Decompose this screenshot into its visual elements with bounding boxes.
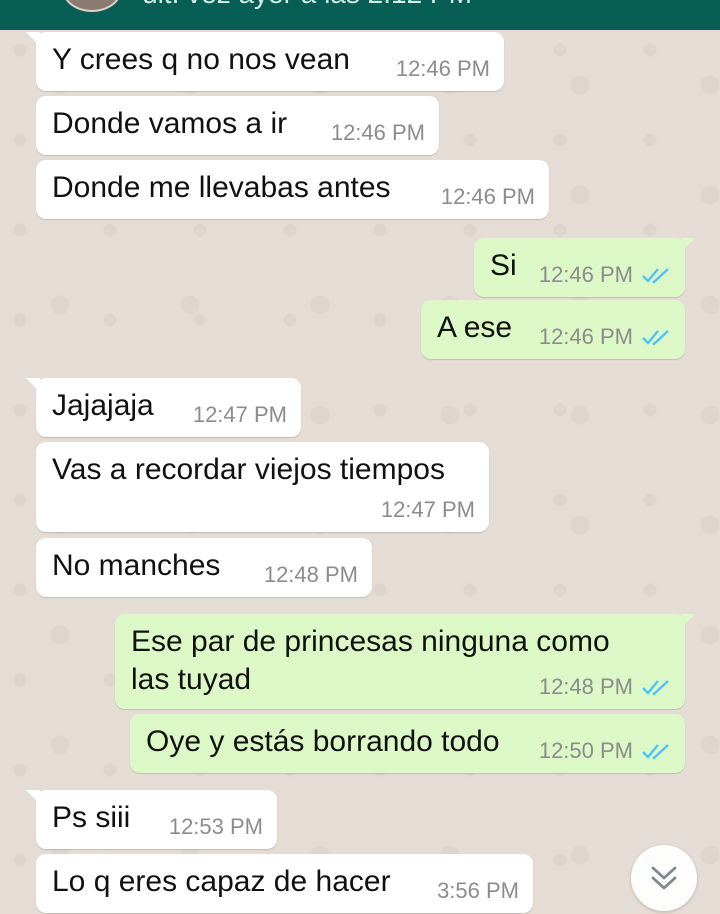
message-incoming[interactable]: Jajajaja 12:47 PM <box>26 378 301 437</box>
message-outgoing[interactable]: Ese par de princesas ninguna como las tu… <box>115 614 695 709</box>
message-text: Donde me llevabas antes <box>52 171 391 204</box>
message-text: Si <box>490 249 517 282</box>
message-time: 12:46 PM <box>538 324 633 349</box>
message-incoming[interactable]: Donde vamos a ir 12:46 PM <box>36 96 439 155</box>
message-time: 12:47 PM <box>192 402 287 427</box>
read-ticks-icon <box>642 744 669 760</box>
message-time-row: 12:46 PM <box>539 324 673 350</box>
message-incoming[interactable]: Donde me llevabas antes 12:46 PM <box>36 160 549 219</box>
bubble-tail <box>26 378 40 392</box>
message-incoming[interactable]: Lo q eres capaz de hacer 3:56 PM <box>36 854 533 913</box>
message-time-row: 12:50 PM <box>539 738 673 764</box>
read-ticks-icon <box>642 330 669 346</box>
message-time: 12:46 PM <box>538 262 633 287</box>
message-time: 12:48 PM <box>538 674 633 699</box>
message-time-row: 12:48 PM <box>539 674 673 700</box>
message-time: 12:47 PM <box>380 497 475 522</box>
message-time: 12:48 PM <box>263 562 358 587</box>
message-time-row: 12:46 PM <box>539 262 673 288</box>
message-time: 3:56 PM <box>437 878 519 903</box>
message-text: Oye y estás borrando todo <box>146 725 500 758</box>
message-time: 12:46 PM <box>395 56 490 81</box>
message-incoming[interactable]: Ps siii 12:53 PM <box>26 790 277 849</box>
message-text: Y crees q no nos vean <box>52 43 350 76</box>
message-time: 12:46 PM <box>440 184 535 209</box>
chat-header: últ. vez ayer a las 2:12 PM <box>0 0 720 30</box>
message-incoming[interactable]: Y crees q no nos vean 12:46 PM <box>26 32 504 91</box>
message-text: No manches <box>52 549 221 582</box>
message-text-line-1: Ese par de princesas ninguna como <box>131 625 610 658</box>
message-incoming[interactable]: No manches 12:48 PM <box>36 538 372 597</box>
message-time: 12:46 PM <box>330 120 425 145</box>
scroll-to-bottom-button[interactable] <box>631 845 697 911</box>
message-text: A ese <box>437 311 513 344</box>
message-time: 12:53 PM <box>168 814 263 839</box>
bubble-tail <box>26 790 40 804</box>
double-chevron-down-icon <box>651 866 677 890</box>
message-outgoing[interactable]: Oye y estás borrando todo 12:50 PM <box>130 714 685 773</box>
message-incoming[interactable]: Vas a recordar viejos tiempos 12:47 PM <box>36 442 489 532</box>
message-text: Ps siii <box>52 801 131 834</box>
bubble-tail <box>681 614 695 628</box>
last-seen-status: últ. vez ayer a las 2:12 PM <box>142 0 472 10</box>
read-ticks-icon <box>642 680 669 696</box>
message-outgoing[interactable]: Si 12:46 PM <box>474 238 695 297</box>
message-text: Vas a recordar viejos tiempos <box>52 453 445 486</box>
read-ticks-icon <box>642 268 669 284</box>
message-text: Donde vamos a ir <box>52 107 288 140</box>
message-text: Lo q eres capaz de hacer <box>52 865 391 898</box>
contact-avatar[interactable] <box>62 0 122 12</box>
bubble-tail <box>26 32 40 46</box>
message-text: Jajajaja <box>52 389 154 422</box>
bubble-tail <box>681 238 695 252</box>
message-outgoing[interactable]: A ese 12:46 PM <box>421 300 685 359</box>
message-text-line-2: las tuyad <box>131 663 252 696</box>
message-time: 12:50 PM <box>538 738 633 763</box>
